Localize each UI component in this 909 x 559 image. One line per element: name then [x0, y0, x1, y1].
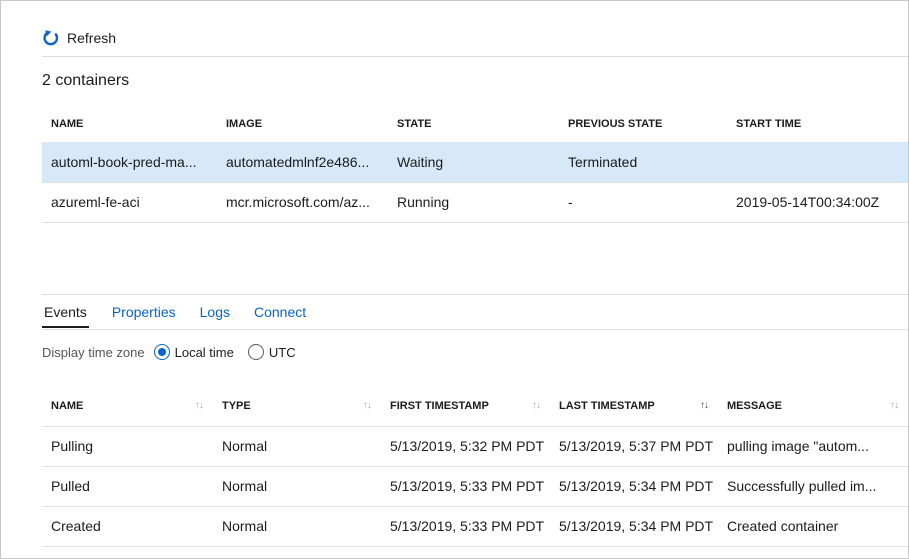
- column-header-first-timestamp[interactable]: FIRST TIMESTAMP ↑↓: [381, 386, 550, 426]
- refresh-button[interactable]: Refresh: [42, 28, 116, 48]
- event-message: pulling image "autom...: [727, 438, 869, 454]
- events-header-row: NAME ↑↓ TYPE ↑↓ FIRST TIMESTAMP ↑↓ LAST TIM…: [42, 386, 908, 426]
- event-last-timestamp: 5/13/2019, 5:34 PM PDT: [559, 518, 714, 534]
- event-last-timestamp: 5/13/2019, 5:34 PM PDT: [559, 478, 714, 494]
- column-header-label: NAME: [51, 399, 84, 412]
- event-first-timestamp: 5/13/2019, 5:33 PM PDT: [390, 518, 545, 534]
- event-name: Pulling: [51, 438, 94, 454]
- containers-table: NAME IMAGE STATE PREVIOUS STATE START TI…: [42, 106, 908, 223]
- events-table: NAME ↑↓ TYPE ↑↓ FIRST TIMESTAMP ↑↓ LAST TIM…: [42, 386, 908, 547]
- event-message: Successfully pulled im...: [727, 478, 877, 494]
- container-previous-state: Terminated: [568, 153, 638, 170]
- radio-selected-icon: [153, 344, 170, 360]
- refresh-label: Refresh: [67, 30, 117, 46]
- timezone-label: Display time zone: [42, 344, 145, 360]
- column-header-state[interactable]: STATE: [388, 106, 559, 142]
- column-header-start-time[interactable]: START TIME: [727, 106, 908, 142]
- container-row[interactable]: azureml-fe-aci mcr.microsoft.com/az... R…: [42, 182, 908, 222]
- event-row[interactable]: Created Normal 5/13/2019, 5:33 PM PDT 5/…: [42, 506, 908, 546]
- timezone-selector: Display time zone Local time UTC: [42, 344, 296, 360]
- event-type: Normal: [222, 478, 268, 494]
- event-name: Pulled: [51, 478, 90, 494]
- container-start-time: 2019-05-14T00:34:00Z: [736, 194, 880, 210]
- event-name: Created: [51, 518, 101, 534]
- timezone-option-local[interactable]: Local time: [153, 344, 234, 360]
- column-header-label: MESSAGE: [727, 399, 783, 412]
- event-row[interactable]: Pulling Normal 5/13/2019, 5:32 PM PDT 5/…: [42, 426, 908, 466]
- container-start-time: [727, 142, 908, 182]
- toolbar-divider: [42, 56, 908, 57]
- container-name: azureml-fe-aci: [51, 194, 140, 210]
- column-header-last-timestamp[interactable]: LAST TIMESTAMP ↑↓: [550, 386, 718, 426]
- radio-unselected-icon: [247, 344, 264, 360]
- event-type: Normal: [222, 438, 268, 454]
- column-header-name[interactable]: NAME: [42, 106, 217, 142]
- tab-connect[interactable]: Connect: [253, 302, 307, 328]
- timezone-option-label: UTC: [268, 344, 296, 360]
- sort-icon: ↑↓: [363, 400, 372, 412]
- column-header-label: FIRST TIMESTAMP: [390, 399, 489, 412]
- column-header-previous-state[interactable]: PREVIOUS STATE: [559, 106, 727, 142]
- column-header-event-type[interactable]: TYPE ↑↓: [213, 386, 381, 426]
- sort-icon: ↑↓: [532, 400, 541, 412]
- sort-icon: ↑↓: [890, 400, 899, 412]
- container-state: Running: [397, 194, 450, 210]
- container-previous-state: -: [568, 194, 573, 210]
- containers-header-row: NAME IMAGE STATE PREVIOUS STATE START TI…: [42, 106, 908, 142]
- timezone-option-utc[interactable]: UTC: [247, 344, 296, 360]
- sort-icon: ↑↓: [195, 400, 204, 412]
- container-image: mcr.microsoft.com/az...: [226, 194, 370, 210]
- container-count: 2 containers: [42, 72, 130, 89]
- refresh-icon: [42, 29, 60, 47]
- event-message: Created container: [727, 518, 839, 534]
- detail-tabs: Events Properties Logs Connect: [42, 302, 307, 328]
- tabs-underline: [42, 329, 908, 330]
- tab-properties[interactable]: Properties: [111, 302, 177, 328]
- column-header-message[interactable]: MESSAGE ↑↓: [718, 386, 908, 426]
- column-header-label: LAST TIMESTAMP: [559, 399, 655, 412]
- container-image: automatedmlnf2e486...: [226, 153, 370, 170]
- timezone-option-label: Local time: [174, 344, 234, 360]
- event-first-timestamp: 5/13/2019, 5:33 PM PDT: [390, 478, 545, 494]
- container-row[interactable]: automl-book-pred-ma... automatedmlnf2e48…: [42, 142, 908, 182]
- event-row[interactable]: Pulled Normal 5/13/2019, 5:33 PM PDT 5/1…: [42, 466, 908, 506]
- tab-logs[interactable]: Logs: [199, 302, 231, 328]
- container-name: automl-book-pred-ma...: [51, 153, 197, 170]
- section-divider: [42, 294, 908, 295]
- event-type: Normal: [222, 518, 268, 534]
- column-header-image[interactable]: IMAGE: [217, 106, 388, 142]
- tab-events[interactable]: Events: [42, 302, 89, 328]
- sort-descending-icon: ↑↓: [700, 400, 709, 412]
- container-state: Waiting: [397, 153, 444, 170]
- column-header-label: TYPE: [222, 399, 251, 412]
- event-last-timestamp: 5/13/2019, 5:37 PM PDT: [559, 438, 714, 454]
- column-header-event-name[interactable]: NAME ↑↓: [42, 386, 213, 426]
- event-first-timestamp: 5/13/2019, 5:32 PM PDT: [390, 438, 545, 454]
